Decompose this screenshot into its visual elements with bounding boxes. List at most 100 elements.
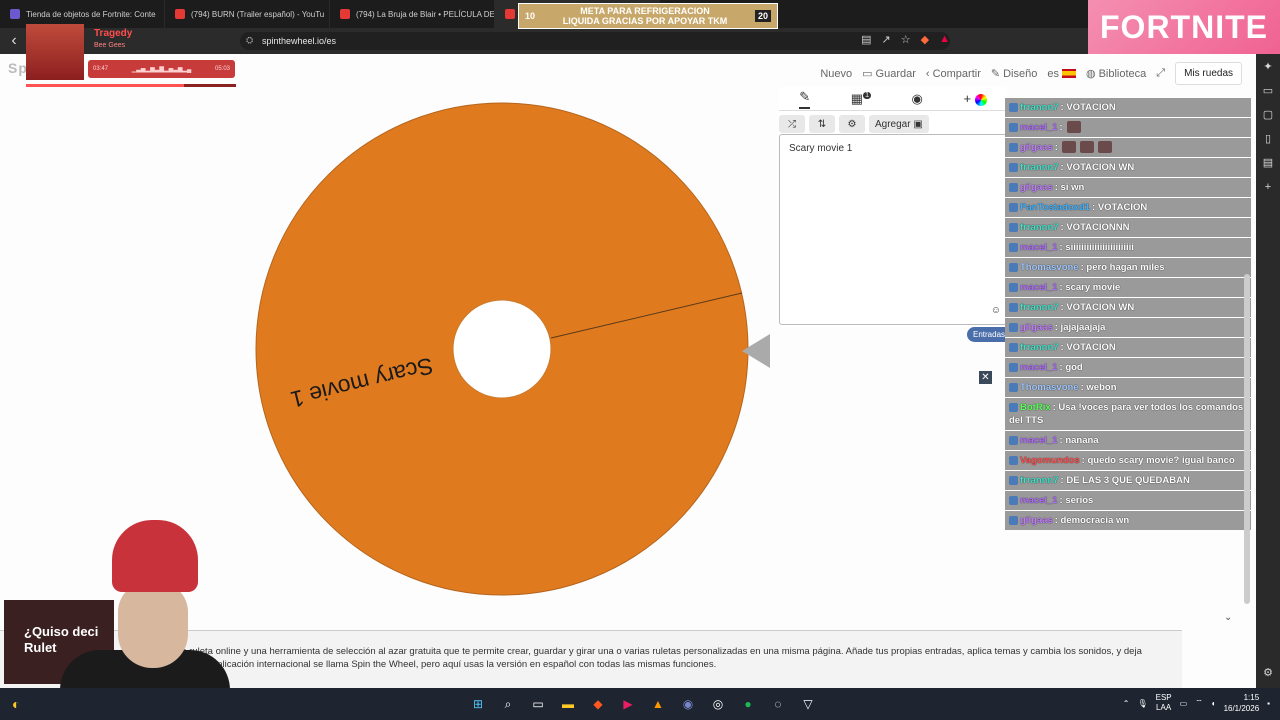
menu-guardar[interactable]: ▭ Guardar bbox=[862, 67, 916, 81]
sidebar-settings-gear-icon[interactable]: ⚙ bbox=[1261, 666, 1275, 680]
chat-badge-icon bbox=[1009, 515, 1018, 525]
chat-text: : jajajaajaja bbox=[1054, 322, 1106, 333]
chat-text: : VOTACION WN bbox=[1060, 302, 1135, 313]
chat-username: gilgaas bbox=[1020, 322, 1053, 333]
shuffle-button[interactable]: ⤮ bbox=[779, 115, 805, 133]
volume-icon[interactable]: ◖ bbox=[1211, 699, 1216, 708]
spotify-icon[interactable]: ● bbox=[738, 694, 758, 714]
chat-username: macel_1 bbox=[1020, 242, 1058, 253]
chat-badge-icon bbox=[1009, 222, 1018, 232]
reading-list-icon[interactable]: ▭ bbox=[1261, 84, 1275, 98]
chat-badge-icon bbox=[1009, 402, 1018, 412]
close-icon[interactable]: ✕ bbox=[979, 371, 992, 384]
tab-add-color-icon[interactable]: + bbox=[963, 91, 987, 106]
site-info-icon[interactable]: ⛭ bbox=[246, 35, 253, 46]
chat-message: Vagomundos: quedo scary movie? igual ban… bbox=[1005, 450, 1251, 470]
menu-compartir[interactable]: ‹ Compartir bbox=[926, 68, 981, 80]
description-line-1: na ruleta online y una herramienta de se… bbox=[176, 646, 1142, 657]
url-text: spinthewheel.io/es bbox=[262, 36, 337, 46]
sort-button[interactable]: ⇅ bbox=[809, 115, 835, 133]
file-explorer-icon[interactable]: ▬ bbox=[558, 694, 578, 714]
entries-textarea[interactable]: Scary movie 1 ☺ bbox=[779, 134, 1007, 325]
chat-emote-icon bbox=[1097, 141, 1112, 154]
chat-text: : si wn bbox=[1054, 182, 1085, 193]
chat-username: macel_1 bbox=[1020, 362, 1058, 373]
entry-line: Scary movie 1 bbox=[789, 143, 853, 154]
chat-badge-icon bbox=[1009, 142, 1018, 152]
bookmarks-icon[interactable]: ▯ bbox=[1261, 132, 1275, 146]
settings-gear-icon[interactable]: ⚙ bbox=[839, 115, 865, 133]
tab-hidden-eye-icon[interactable]: ◉ bbox=[912, 91, 923, 107]
system-tray: ⌃ 🎙 ESP LAA ▭ ⌔ ◖ 1:15 16/1/2026 ▪ bbox=[1123, 692, 1270, 714]
chat-message: Thomasvone: webon bbox=[1005, 377, 1251, 397]
chevron-down-icon[interactable]: ⌄ bbox=[1224, 612, 1232, 623]
chat-message: gilgaas: jajajaajaja bbox=[1005, 317, 1251, 337]
tab-results-clipboard-icon[interactable]: ▦ 1 bbox=[851, 91, 871, 107]
chat-username: Thomasvone bbox=[1020, 262, 1079, 273]
mic-icon[interactable]: 🎙 bbox=[1137, 699, 1147, 708]
spin-wheel[interactable]: Scary movie 1 bbox=[255, 102, 749, 596]
site-logo[interactable]: Sp bbox=[8, 60, 28, 76]
chat-text: : scary movie bbox=[1059, 282, 1121, 293]
tab-title: (794) BURN (Trailer español) - YouTu bbox=[191, 9, 325, 19]
emoji-icon[interactable]: ☺ bbox=[991, 305, 1001, 316]
chat-message: frrannn7: VOTACION bbox=[1005, 97, 1251, 117]
add-image-label: Agregar bbox=[875, 118, 911, 130]
vpn-icon[interactable]: ▽ bbox=[798, 694, 818, 714]
bookmark-icon[interactable]: ☆ bbox=[901, 33, 911, 46]
language-selector[interactable]: es bbox=[1047, 68, 1076, 80]
network-icon[interactable]: ⌔ bbox=[1195, 698, 1203, 708]
task-view-icon[interactable]: ▭ bbox=[528, 694, 548, 714]
wallet-icon[interactable]: ▢ bbox=[1261, 108, 1275, 122]
leo-ai-icon[interactable]: ✦ bbox=[1261, 60, 1275, 74]
menu-diseno[interactable]: ✎ Diseño bbox=[991, 67, 1037, 81]
waveform-icon: ▁▃▅▂▆▃▇▂▅▃▆▂▄ bbox=[131, 66, 192, 73]
share-icon[interactable]: ↗ bbox=[882, 33, 891, 46]
tab-edit-pencil-icon[interactable]: ✎ bbox=[799, 89, 811, 109]
fullscreen-icon[interactable]: ⤢ bbox=[1156, 67, 1165, 80]
reader-icon[interactable]: ▤ bbox=[861, 33, 871, 46]
chat-message: gilgaas: democracia wn bbox=[1005, 510, 1251, 530]
vlc-icon[interactable]: ▲ bbox=[648, 694, 668, 714]
chat-badge-icon bbox=[1009, 495, 1018, 505]
wheel-hub[interactable] bbox=[452, 299, 552, 399]
chat-username: frrannn7 bbox=[1020, 302, 1059, 313]
description-line-2: Nuestra aplicación internacional se llam… bbox=[176, 659, 717, 670]
media-player-icon[interactable]: ▶ bbox=[618, 694, 638, 714]
history-icon[interactable]: ▤ bbox=[1261, 156, 1275, 170]
chat-badge-icon bbox=[1009, 182, 1018, 192]
menu-biblioteca[interactable]: ◍ Biblioteca bbox=[1086, 67, 1146, 81]
results-count-badge: 1 bbox=[863, 92, 871, 100]
album-art bbox=[26, 24, 84, 80]
brave-rewards-icon[interactable]: ▲ bbox=[939, 33, 950, 46]
clock[interactable]: 1:15 16/1/2026 bbox=[1224, 692, 1260, 714]
chat-text: : democracia wn bbox=[1054, 515, 1130, 526]
chat-username: macel_1 bbox=[1020, 122, 1058, 133]
brave-icon[interactable]: ◆ bbox=[588, 694, 608, 714]
chevron-up-icon[interactable]: ⌃ bbox=[1123, 699, 1130, 708]
language-indicator[interactable]: ESP LAA bbox=[1156, 693, 1172, 713]
chat-message: macel_1: bbox=[1005, 117, 1251, 137]
add-panel-icon[interactable]: + bbox=[1261, 180, 1275, 194]
browser-tab[interactable]: (794) La Bruja de Blair • PELÍCULA DE bbox=[330, 0, 495, 28]
start-icon[interactable]: ⊞ bbox=[468, 694, 488, 714]
add-image-button[interactable]: Agregar ▣ bbox=[869, 115, 929, 133]
tab-title: (794) La Bruja de Blair • PELÍCULA DE bbox=[356, 9, 495, 19]
menu-nuevo[interactable]: Nuevo bbox=[820, 68, 852, 80]
discord-icon[interactable]: ◉ bbox=[678, 694, 698, 714]
weather-icon[interactable]: ◐ bbox=[12, 696, 20, 712]
page-scrollbar[interactable] bbox=[1244, 274, 1250, 604]
back-button[interactable]: ‹ bbox=[0, 32, 28, 50]
brave-shield-icon[interactable]: ◆ bbox=[921, 33, 929, 46]
my-wheels-button[interactable]: Mis ruedas bbox=[1175, 62, 1242, 85]
chat-username: frrannn7 bbox=[1020, 475, 1059, 486]
chat-message: Thomasvone: pero hagan miles bbox=[1005, 257, 1251, 277]
steam-icon[interactable]: ◎ bbox=[708, 694, 728, 714]
url-field[interactable]: ⛭ spinthewheel.io/es bbox=[240, 32, 950, 50]
search-icon[interactable]: ⌕ bbox=[498, 694, 518, 714]
display-icon[interactable]: ▭ bbox=[1180, 699, 1188, 708]
notifications-icon[interactable]: ▪ bbox=[1267, 699, 1270, 708]
chat-text: : DE LAS 3 QUE QUEDABAN bbox=[1060, 475, 1190, 486]
share-icon: ‹ bbox=[925, 67, 930, 80]
obs-icon[interactable]: ◌ bbox=[768, 694, 788, 714]
